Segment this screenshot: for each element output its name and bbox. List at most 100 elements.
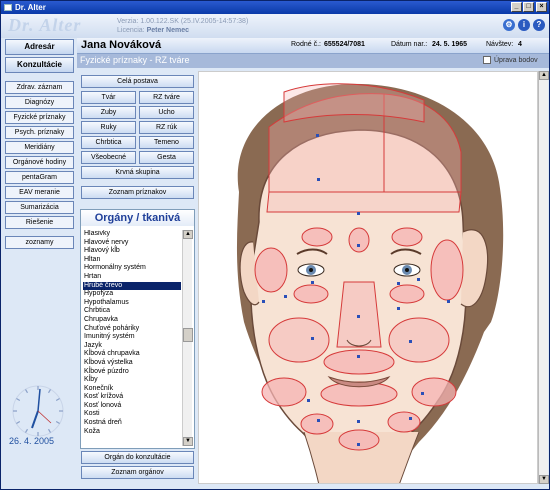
organ-list-item[interactable]: Kosť krížová bbox=[83, 393, 181, 402]
organ-list-item[interactable]: Hlavový kĺb bbox=[83, 247, 181, 256]
view-title-bar: Fyzické príznaky - RZ tváre Úprava bodov bbox=[77, 54, 549, 68]
button-rz-tvare[interactable]: RZ tváre bbox=[139, 91, 194, 104]
button-rz-ruk[interactable]: RZ rúk bbox=[139, 121, 194, 134]
view-scroll-up-icon[interactable]: ▲ bbox=[539, 71, 549, 80]
sidebar-item-organove-hodiny[interactable]: Orgánové hodiny bbox=[5, 156, 74, 169]
dob-value: 24. 5. 1965 bbox=[432, 41, 468, 48]
zone-temple-right[interactable] bbox=[430, 239, 464, 301]
button-tvar[interactable]: Tvár bbox=[81, 91, 136, 104]
organ-list-item[interactable]: Konečník bbox=[83, 385, 181, 394]
organ-list-item[interactable]: Chrbtica bbox=[83, 307, 181, 316]
organs-list[interactable]: Hlasivky Hlavové nervy Hlavový kĺb Hltan Hor… bbox=[83, 230, 181, 446]
app-logo: Dr. Alter bbox=[8, 15, 82, 35]
zone-jaw-right[interactable] bbox=[411, 377, 457, 407]
organ-list-item[interactable]: Hrtan bbox=[83, 273, 181, 282]
zone-cheek-left[interactable] bbox=[268, 317, 330, 363]
zone-jaw-left[interactable] bbox=[261, 377, 307, 407]
organ-list-item[interactable]: Hypothalamus bbox=[83, 299, 181, 308]
sidebar-item-meridiany[interactable]: Meridiány bbox=[5, 141, 74, 154]
maximize-icon[interactable]: □ bbox=[523, 2, 534, 12]
organ-list-item[interactable]: Kĺbové púzdro bbox=[83, 368, 181, 377]
button-temeno[interactable]: Temeno bbox=[139, 136, 194, 149]
button-ruky[interactable]: Ruky bbox=[81, 121, 136, 134]
sidebar-item-psych-priznaky[interactable]: Psych. príznaky bbox=[5, 126, 74, 139]
edit-points-checkbox[interactable]: Úprava bodov bbox=[483, 56, 538, 64]
organs-heading: Orgány / tkanivá bbox=[81, 210, 194, 226]
organ-list-item[interactable]: Hypofýza bbox=[83, 290, 181, 299]
face-illustration bbox=[236, 83, 504, 483]
sidebar-item-riesenie[interactable]: Riešenie bbox=[5, 216, 74, 229]
organ-list-item[interactable]: Hrubé črevo bbox=[83, 281, 181, 291]
organ-list-item[interactable]: Imunitný systém bbox=[83, 333, 181, 342]
button-chrbtica[interactable]: Chrbtica bbox=[81, 136, 136, 149]
visits-label: Návštev: bbox=[486, 41, 514, 48]
zone-chin-left[interactable] bbox=[300, 413, 334, 435]
button-organ-do-konzultacie[interactable]: Orgán do konzultácie bbox=[81, 451, 194, 464]
sidebar-item-zoznamy[interactable]: zoznamy bbox=[5, 236, 74, 249]
sidebar-item-pentagram[interactable]: pentaGram bbox=[5, 171, 74, 184]
zone-under-eye-left[interactable] bbox=[293, 284, 329, 304]
organ-list-item[interactable]: Kĺby bbox=[83, 376, 181, 385]
app-window: Dr. Alter _ □ × Dr. Alter Verzia: 1.00.1… bbox=[0, 0, 550, 490]
organ-list-item[interactable]: Hormonálny systém bbox=[83, 264, 181, 273]
organ-list-item[interactable]: Hlavové nervy bbox=[83, 239, 181, 248]
button-gesta[interactable]: Gesta bbox=[139, 151, 194, 164]
zone-chin[interactable] bbox=[338, 429, 380, 451]
zone-nose-root[interactable] bbox=[348, 227, 370, 253]
button-zoznam-organov[interactable]: Zoznam orgánov bbox=[81, 466, 194, 479]
sidebar-item-fyzicke-priznaky[interactable]: Fyzické príznaky bbox=[5, 111, 74, 124]
scroll-up-icon[interactable]: ▲ bbox=[183, 230, 193, 239]
button-cela-postava[interactable]: Celá postava bbox=[81, 75, 194, 88]
organ-list-item[interactable]: Hlasivky bbox=[83, 230, 181, 239]
zone-brow-band[interactable] bbox=[266, 191, 462, 213]
zone-nose[interactable] bbox=[336, 281, 382, 348]
organ-list-item[interactable]: Chrupavka bbox=[83, 316, 181, 325]
organ-list-item[interactable]: Kosť lonová bbox=[83, 402, 181, 411]
view-scroll-down-icon[interactable]: ▼ bbox=[539, 475, 549, 484]
zone-upper-lip[interactable] bbox=[323, 349, 395, 375]
organ-list-item[interactable]: Kostná dreň bbox=[83, 419, 181, 428]
close-icon[interactable]: × bbox=[536, 2, 547, 12]
minimize-icon[interactable]: _ bbox=[511, 2, 522, 12]
patient-name: Jana Nováková bbox=[81, 39, 162, 51]
organ-list-item[interactable]: Kĺbová chrupavka bbox=[83, 350, 181, 359]
zone-under-eye-right[interactable] bbox=[389, 284, 425, 304]
button-zuby[interactable]: Zuby bbox=[81, 106, 136, 119]
sidebar-item-sumarizacia[interactable]: Sumarizácia bbox=[5, 201, 74, 214]
current-date: 26. 4. 2005 bbox=[9, 436, 55, 446]
zone-eyebrow-left[interactable] bbox=[301, 227, 333, 247]
sidebar-item-eav-meranie[interactable]: EAV meranie bbox=[5, 186, 74, 199]
zone-temple-left[interactable] bbox=[254, 247, 288, 293]
scroll-thumb[interactable] bbox=[183, 328, 193, 342]
sidebar-item-zdrav-zaznam[interactable]: Zdrav. záznam bbox=[5, 81, 74, 94]
app-header: Dr. Alter Verzia: 1.00.122.SK (25.IV.200… bbox=[1, 14, 549, 38]
button-krvna-skupina[interactable]: Krvná skupina bbox=[81, 166, 194, 179]
rc-value: 655524/7081 bbox=[324, 41, 365, 48]
view-scrollbar[interactable]: ▲ ▼ bbox=[538, 71, 549, 484]
info-icon[interactable]: i bbox=[518, 19, 530, 31]
zone-chin-right[interactable] bbox=[387, 411, 421, 433]
scroll-down-icon[interactable]: ▼ bbox=[183, 437, 193, 446]
organ-list-item[interactable]: Chuťové poháriky bbox=[83, 325, 181, 334]
sidebar-button-adresar[interactable]: Adresár bbox=[5, 39, 74, 55]
sidebar-item-diagnozy[interactable]: Diagnózy bbox=[5, 96, 74, 109]
button-vseobecne[interactable]: Všeobecné bbox=[81, 151, 136, 164]
organs-scrollbar[interactable]: ▲ ▼ bbox=[182, 230, 193, 446]
zone-cheek-right[interactable] bbox=[388, 317, 450, 363]
organ-list-item[interactable]: Koža bbox=[83, 428, 181, 437]
face-reflex-zones-view[interactable] bbox=[198, 71, 538, 484]
view-title: Fyzické príznaky - RZ tváre bbox=[80, 55, 190, 65]
sidebar-button-konzultacie[interactable]: Konzultácie bbox=[5, 57, 74, 73]
zone-eyebrow-right[interactable] bbox=[391, 227, 423, 247]
organ-list-item[interactable]: Hltan bbox=[83, 256, 181, 265]
title-bar: Dr. Alter _ □ × bbox=[1, 1, 549, 14]
organ-list-item[interactable]: Kĺbová výstelka bbox=[83, 359, 181, 368]
button-zoznam-priznakov[interactable]: Zoznam príznakov bbox=[81, 186, 194, 199]
visits-value: 4 bbox=[518, 41, 522, 48]
organ-list-item[interactable]: Kosti bbox=[83, 410, 181, 419]
checkbox-icon[interactable] bbox=[483, 56, 491, 64]
window-title: Dr. Alter bbox=[15, 3, 46, 12]
help-icon[interactable]: ? bbox=[533, 19, 545, 31]
settings-icon[interactable]: ⚙ bbox=[503, 19, 515, 31]
button-ucho[interactable]: Ucho bbox=[139, 106, 194, 119]
